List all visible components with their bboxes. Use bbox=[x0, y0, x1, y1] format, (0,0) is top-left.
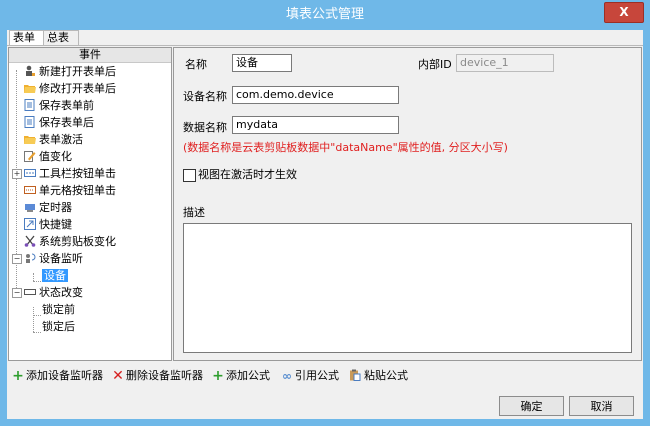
tree-item-label: 快捷键 bbox=[39, 218, 72, 231]
add-listener-button[interactable]: + 添加设备监听器 bbox=[12, 366, 103, 386]
tree-item-label: 新建打开表单后 bbox=[39, 65, 116, 78]
data-name-label: 数据名称 bbox=[183, 121, 227, 134]
name-label: 名称 bbox=[185, 58, 207, 71]
tree-guide-line bbox=[33, 281, 41, 282]
paste-formula-label: 粘贴公式 bbox=[364, 369, 408, 382]
tree-item-label: 单元格按钮单击 bbox=[39, 184, 116, 197]
tree-item-after-lock[interactable]: 锁定后 bbox=[42, 318, 75, 335]
tree-guide-line bbox=[33, 273, 34, 281]
tree-item-cell-click[interactable]: 单元格按钮单击 bbox=[24, 182, 116, 199]
tree-item-label: 保存表单后 bbox=[39, 116, 94, 129]
tree-item-label: 值变化 bbox=[39, 150, 72, 163]
document-icon bbox=[24, 116, 35, 128]
add-formula-button[interactable]: + 添加公式 bbox=[212, 366, 270, 386]
delete-listener-button[interactable]: ✕ 删除设备监听器 bbox=[112, 366, 203, 386]
device-listen-icon bbox=[26, 253, 36, 263]
activate-checkbox-label[interactable]: 视图在激活时才生效 bbox=[198, 168, 297, 182]
tree-guide-line bbox=[33, 315, 41, 316]
property-panel: 名称 设备 内部ID device_1 设备名称 com.demo.device… bbox=[173, 47, 642, 361]
plus-icon: + bbox=[212, 368, 224, 384]
add-listener-label: 添加设备监听器 bbox=[26, 369, 103, 382]
window-title: 填表公式管理 bbox=[285, 7, 364, 22]
tree-item-device[interactable]: 设备 bbox=[42, 267, 68, 284]
data-name-field[interactable]: mydata bbox=[232, 116, 399, 134]
event-tree[interactable]: 事件 新建打开表单后 修改打开表单后 保存表单前 保存表单后 表单激活 值变化 … bbox=[8, 47, 172, 361]
link-icon: ∞ bbox=[282, 369, 292, 383]
collapse-toggle[interactable]: − bbox=[12, 254, 22, 264]
folder-open-icon bbox=[24, 136, 36, 144]
tree-item-state-change[interactable]: 状态改变 bbox=[24, 284, 83, 301]
internal-id-label: 内部ID bbox=[418, 58, 452, 71]
title-bar: 填表公式管理 X bbox=[0, 0, 650, 30]
tree-item-label: 工具栏按钮单击 bbox=[39, 167, 116, 180]
collapse-toggle[interactable]: − bbox=[12, 288, 22, 298]
tab-divider bbox=[7, 45, 643, 46]
scissors-icon bbox=[24, 235, 36, 247]
ref-formula-label: 引用公式 bbox=[295, 369, 339, 382]
ok-button[interactable]: 确定 bbox=[499, 396, 564, 416]
tree-header: 事件 bbox=[9, 48, 171, 63]
add-formula-label: 添加公式 bbox=[226, 369, 270, 382]
tree-item-label: 设备 bbox=[42, 269, 68, 282]
tree-item-toolbar-click[interactable]: 工具栏按钮单击 bbox=[24, 165, 116, 182]
delete-x-icon: ✕ bbox=[112, 368, 124, 384]
tree-item-label: 保存表单前 bbox=[39, 99, 94, 112]
edit-icon bbox=[24, 151, 36, 162]
paste-icon bbox=[350, 369, 361, 381]
tree-item-shortcut[interactable]: 快捷键 bbox=[24, 216, 72, 233]
timer-icon bbox=[25, 204, 35, 212]
tree-item-activate[interactable]: 表单激活 bbox=[24, 131, 83, 148]
tree-item-new-open[interactable]: 新建打开表单后 bbox=[24, 63, 116, 80]
close-button[interactable]: X bbox=[604, 2, 644, 23]
tree-item-before-save[interactable]: 保存表单前 bbox=[24, 97, 94, 114]
state-icon bbox=[24, 289, 36, 295]
cancel-button[interactable]: 取消 bbox=[569, 396, 634, 416]
tree-item-before-lock[interactable]: 锁定前 bbox=[42, 301, 75, 318]
plus-icon: + bbox=[12, 368, 24, 384]
data-name-note: (数据名称是云表剪贴板数据中"dataName"属性的值, 分区大小写) bbox=[183, 141, 508, 154]
expand-toggle[interactable]: + bbox=[12, 169, 22, 179]
shortcut-icon bbox=[24, 218, 36, 230]
name-field[interactable]: 设备 bbox=[232, 54, 292, 72]
tree-item-device-listen[interactable]: 设备监听 bbox=[24, 250, 83, 267]
ref-formula-button[interactable]: ∞ 引用公式 bbox=[281, 366, 339, 386]
tree-item-label: 修改打开表单后 bbox=[39, 82, 116, 95]
tree-item-after-save[interactable]: 保存表单后 bbox=[24, 114, 94, 131]
tree-item-label: 状态改变 bbox=[39, 286, 83, 299]
paste-formula-button[interactable]: 粘贴公式 bbox=[349, 366, 408, 386]
bottom-toolbar: + 添加设备监听器 ✕ 删除设备监听器 + 添加公式 ∞ 引用公式 粘贴公式 bbox=[7, 366, 643, 386]
tree-item-label: 锁定前 bbox=[42, 303, 75, 316]
tree-item-timer[interactable]: 定时器 bbox=[24, 199, 72, 216]
tree-item-label: 锁定后 bbox=[42, 320, 75, 333]
tree-item-label: 定时器 bbox=[39, 201, 72, 214]
description-textarea[interactable] bbox=[183, 223, 632, 353]
tree-item-value-change[interactable]: 值变化 bbox=[24, 148, 72, 165]
internal-id-field: device_1 bbox=[456, 54, 554, 72]
toolbar-icon bbox=[24, 169, 36, 177]
delete-listener-label: 删除设备监听器 bbox=[126, 369, 203, 382]
device-name-label: 设备名称 bbox=[183, 90, 227, 103]
tree-item-label: 表单激活 bbox=[39, 133, 83, 146]
dialog-client-area: 表单 总表 事件 新建打开表单后 修改打开表单后 保存表单前 保存表单后 表单激… bbox=[7, 30, 643, 419]
dialog-window: 填表公式管理 X 表单 总表 事件 新建打开表单后 修改打开表单后 保存表单前 bbox=[0, 0, 650, 426]
tree-item-clipboard-change[interactable]: 系统剪贴板变化 bbox=[24, 233, 116, 250]
device-name-field[interactable]: com.demo.device bbox=[232, 86, 399, 104]
tab-summary[interactable]: 总表 bbox=[43, 30, 79, 46]
tree-guide-line bbox=[33, 307, 34, 332]
person-icon bbox=[26, 65, 35, 76]
tree-item-modify-open[interactable]: 修改打开表单后 bbox=[24, 80, 116, 97]
description-label: 描述 bbox=[183, 206, 205, 219]
tree-guide-line bbox=[33, 332, 41, 333]
activate-checkbox[interactable] bbox=[183, 169, 196, 182]
document-icon bbox=[24, 99, 35, 111]
tree-item-label: 设备监听 bbox=[39, 252, 83, 265]
tree-item-label: 系统剪贴板变化 bbox=[39, 235, 116, 248]
tab-form[interactable]: 表单 bbox=[9, 30, 45, 46]
cell-button-icon bbox=[24, 186, 36, 194]
folder-icon bbox=[24, 85, 36, 93]
